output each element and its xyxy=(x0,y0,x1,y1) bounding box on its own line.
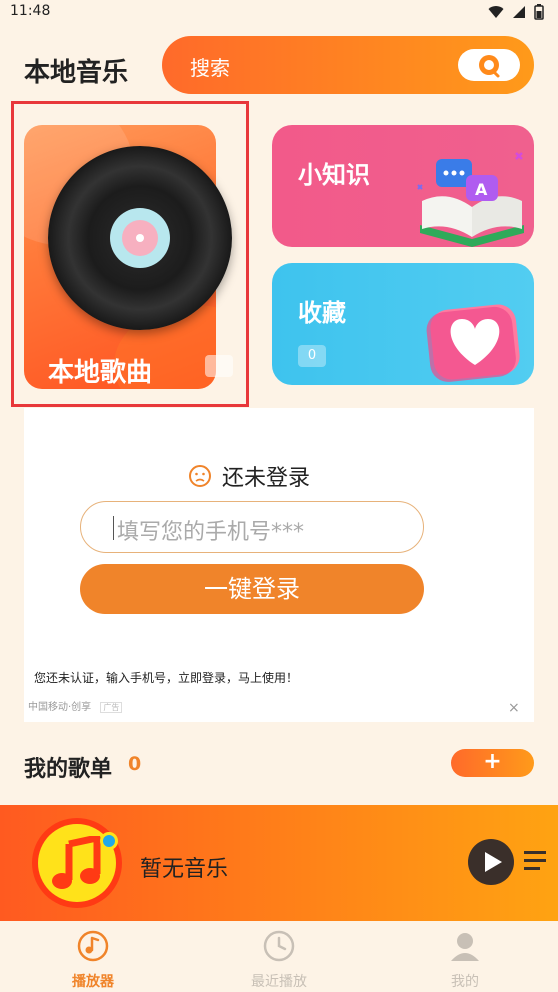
book-chat-icon: A xyxy=(417,152,524,247)
status-time: 11:48 xyxy=(10,3,51,19)
page-title: 本地音乐 xyxy=(24,58,129,88)
search-button[interactable] xyxy=(458,49,520,81)
ad-source: 中国移动·创享 广告 xyxy=(28,698,123,713)
phone-placeholder: 填写您的手机号*** xyxy=(117,520,305,545)
tips-card[interactable]: 小知识 A xyxy=(272,125,534,247)
play-icon xyxy=(485,852,502,872)
phone-number-input[interactable]: 填写您的手机号*** xyxy=(80,501,424,553)
login-notice: 您还未认证，输入手机号，立即登录，马上使用！ xyxy=(34,671,299,685)
battery-icon xyxy=(534,4,544,20)
favorites-card[interactable]: 收藏 0 xyxy=(272,263,534,385)
play-button[interactable] xyxy=(468,839,514,885)
one-click-login-button[interactable]: 一键登录 xyxy=(80,564,424,614)
mini-player[interactable]: 暂无音乐 xyxy=(0,805,558,921)
favorites-count: 0 xyxy=(298,345,326,367)
search-bar[interactable]: 搜索 xyxy=(162,36,534,94)
nav-label-player: 播放器 xyxy=(72,974,114,990)
my-playlists-count: 0 xyxy=(128,753,142,775)
user-icon xyxy=(451,933,479,961)
music-note-icon xyxy=(52,836,101,889)
heart-icon xyxy=(426,304,520,382)
album-art xyxy=(32,818,122,908)
nav-label-mine: 我的 xyxy=(451,974,479,990)
add-playlist-button[interactable]: + xyxy=(451,749,534,777)
text-cursor xyxy=(113,516,114,540)
ad-tag: 广告 xyxy=(100,702,123,713)
recent-play-icon xyxy=(263,930,295,962)
wifi-icon xyxy=(488,6,504,19)
nav-label-recent: 最近播放 xyxy=(251,974,307,990)
status-icons xyxy=(488,4,544,20)
signal-icon xyxy=(513,6,525,18)
nav-item-mine[interactable]: 我的 xyxy=(405,929,525,991)
playlist-menu-icon[interactable] xyxy=(524,850,548,872)
svg-text:A: A xyxy=(475,180,488,199)
ad-source-text: 中国移动·创享 xyxy=(28,702,92,713)
selection-highlight xyxy=(11,101,249,407)
login-status-text: 还未登录 xyxy=(222,466,311,491)
nav-item-player[interactable]: 播放器 xyxy=(33,929,153,991)
favorites-label: 收藏 xyxy=(298,299,346,327)
nav-item-recent[interactable]: 最近播放 xyxy=(219,929,339,991)
tips-label: 小知识 xyxy=(298,161,370,189)
status-bar: 11:48 xyxy=(0,0,558,26)
ad-close-icon[interactable]: × xyxy=(508,700,520,716)
sad-face-icon xyxy=(189,465,211,487)
search-icon xyxy=(479,55,500,78)
search-label: 搜索 xyxy=(190,56,230,80)
my-playlists-title: 我的歌单 xyxy=(24,757,113,782)
album-art-dot xyxy=(100,832,118,850)
player-icon xyxy=(77,930,109,962)
login-status: 还未登录 xyxy=(188,460,310,492)
bottom-nav: 播放器 最近播放 我的 xyxy=(0,921,558,992)
now-playing-title: 暂无音乐 xyxy=(140,857,229,882)
